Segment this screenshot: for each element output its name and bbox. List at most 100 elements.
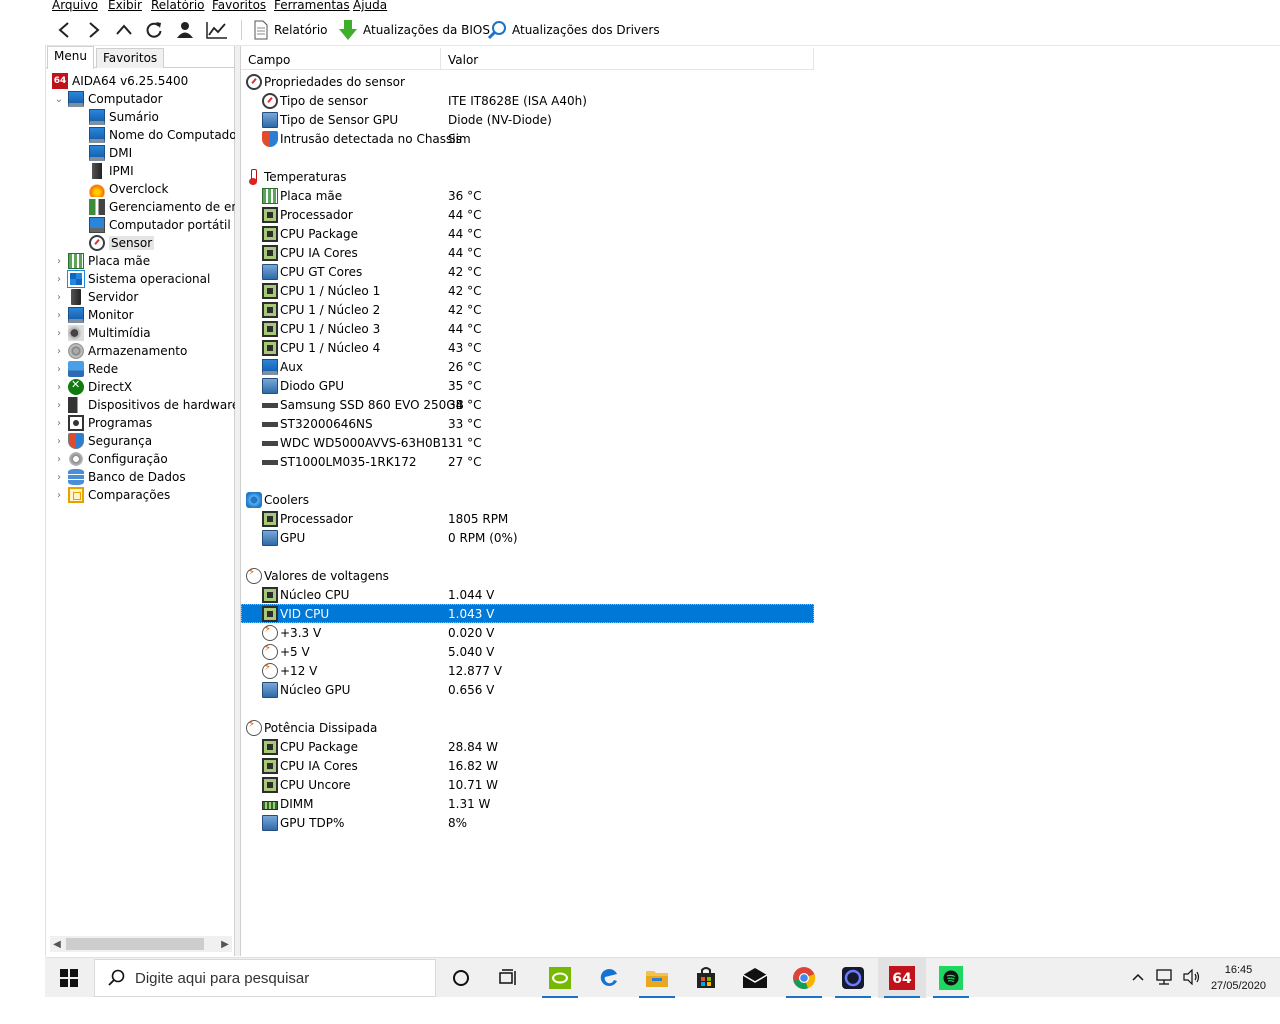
chart-button[interactable] bbox=[205, 18, 229, 42]
taskbar-clock[interactable]: 16:45 27/05/2020 bbox=[1211, 962, 1266, 994]
tab-favoritos[interactable]: Favoritos bbox=[96, 48, 165, 68]
menu-ferramentas[interactable]: Ferramentas bbox=[274, 0, 350, 12]
menu-arquivo[interactable]: Arquivo bbox=[52, 0, 98, 12]
network-status-button[interactable] bbox=[1155, 968, 1173, 988]
taskbar-app-store[interactable] bbox=[682, 958, 730, 998]
chevron-right-icon[interactable]: › bbox=[52, 290, 66, 304]
chevron-right-icon[interactable]: › bbox=[52, 434, 66, 448]
taskbar-app-aida64[interactable]: 64 bbox=[878, 958, 926, 998]
tree-node-comparacoes[interactable]: › Comparações bbox=[52, 486, 170, 504]
sensor-row[interactable]: Núcleo GPU 0.656 V bbox=[241, 680, 814, 699]
tree-node-placa-mae[interactable]: › Placa mãe bbox=[52, 252, 150, 270]
tree-node-programas[interactable]: › Programas bbox=[52, 414, 152, 432]
sensor-row[interactable]: CPU Package 44 °C bbox=[241, 224, 814, 243]
refresh-button[interactable] bbox=[143, 18, 165, 42]
sensor-row[interactable]: Tipo de Sensor GPU Diode (NV-Diode) bbox=[241, 110, 814, 129]
sensor-row[interactable]: WDC WD5000AVVS-63H0B1 31 °C bbox=[241, 433, 814, 452]
user-button[interactable] bbox=[173, 18, 197, 42]
sensor-row[interactable]: GPU 0 RPM (0%) bbox=[241, 528, 814, 547]
group-header[interactable]: Valores de voltagens bbox=[241, 566, 814, 585]
up-button[interactable] bbox=[113, 18, 135, 42]
chevron-right-icon[interactable]: › bbox=[52, 308, 66, 322]
bios-updates-button[interactable]: Atualizações da BIOS bbox=[338, 19, 490, 41]
scroll-left-icon[interactable]: ◀ bbox=[50, 936, 64, 952]
horizontal-scrollbar[interactable]: ◀ ▶ bbox=[50, 936, 232, 952]
tree-node-multimidia[interactable]: › Multimídia bbox=[52, 324, 151, 342]
chevron-right-icon[interactable]: › bbox=[52, 398, 66, 412]
chevron-right-icon[interactable]: › bbox=[52, 470, 66, 484]
sensor-row[interactable]: CPU 1 / Núcleo 1 42 °C bbox=[241, 281, 814, 300]
forward-button[interactable] bbox=[83, 18, 105, 42]
sensor-row[interactable]: ST1000LM035-1RK172 27 °C bbox=[241, 452, 814, 471]
sensor-row[interactable]: CPU GT Cores 42 °C bbox=[241, 262, 814, 281]
cortana-button[interactable] bbox=[437, 958, 485, 998]
tree-node-directx[interactable]: › DirectX bbox=[52, 378, 132, 396]
taskbar-app-chrome[interactable] bbox=[780, 958, 828, 998]
chevron-right-icon[interactable]: › bbox=[52, 344, 66, 358]
tree-item-ipmi[interactable]: IPMI bbox=[89, 162, 134, 180]
tree-item-sumario[interactable]: Sumário bbox=[89, 108, 159, 126]
sensor-row[interactable]: CPU Package 28.84 W bbox=[241, 737, 814, 756]
tree-item-dmi[interactable]: DMI bbox=[89, 144, 132, 162]
chevron-down-icon[interactable]: ⌄ bbox=[52, 92, 66, 106]
taskbar-app-ring[interactable] bbox=[829, 958, 877, 998]
sensor-row[interactable]: CPU Uncore 10.71 W bbox=[241, 775, 814, 794]
tree-node-configuracao[interactable]: › Configuração bbox=[52, 450, 168, 468]
sensor-row[interactable]: ST32000646NS 33 °C bbox=[241, 414, 814, 433]
tree-item-nome-computador[interactable]: Nome do Computador bbox=[89, 126, 235, 144]
group-header[interactable]: Temperaturas bbox=[241, 167, 814, 186]
tree-node-armazenamento[interactable]: › Armazenamento bbox=[52, 342, 187, 360]
sensor-row[interactable]: +12 V 12.877 V bbox=[241, 661, 814, 680]
scroll-thumb[interactable] bbox=[66, 938, 204, 950]
sensor-row[interactable]: Aux 26 °C bbox=[241, 357, 814, 376]
tree-node-banco-dados[interactable]: › Banco de Dados bbox=[52, 468, 186, 486]
tree-node-dispositivos[interactable]: › Dispositivos de hardware bbox=[52, 396, 235, 414]
sensor-row[interactable]: Diodo GPU 35 °C bbox=[241, 376, 814, 395]
group-header[interactable]: Propriedades do sensor bbox=[241, 72, 814, 91]
sensor-row[interactable]: +3.3 V 0.020 V bbox=[241, 623, 814, 642]
tree-root-aida64[interactable]: 64 AIDA64 v6.25.5400 bbox=[52, 72, 188, 90]
tree-node-seguranca[interactable]: › Segurança bbox=[52, 432, 152, 450]
sensor-row[interactable]: Placa mãe 36 °C bbox=[241, 186, 814, 205]
sensor-row[interactable]: Núcleo CPU 1.044 V bbox=[241, 585, 814, 604]
taskbar-search[interactable]: Digite aqui para pesquisar bbox=[94, 959, 436, 997]
start-button[interactable] bbox=[45, 958, 93, 998]
tree-node-computador[interactable]: ⌄ Computador bbox=[52, 90, 163, 108]
tree-item-laptop[interactable]: Computador portátil bbox=[89, 216, 231, 234]
taskbar-app-mail[interactable] bbox=[731, 958, 779, 998]
tray-expand-button[interactable] bbox=[1131, 971, 1145, 985]
chevron-right-icon[interactable]: › bbox=[52, 254, 66, 268]
chevron-right-icon[interactable]: › bbox=[52, 362, 66, 376]
sensor-row[interactable]: CPU 1 / Núcleo 3 44 °C bbox=[241, 319, 814, 338]
back-button[interactable] bbox=[53, 18, 75, 42]
sensor-row[interactable]: CPU 1 / Núcleo 4 43 °C bbox=[241, 338, 814, 357]
driver-updates-button[interactable]: Atualizações dos Drivers bbox=[487, 19, 660, 41]
menu-ajuda[interactable]: Ajuda bbox=[353, 0, 387, 12]
tab-menu[interactable]: Menu bbox=[47, 46, 94, 69]
sensor-row[interactable]: Tipo de sensor ITE IT8628E (ISA A40h) bbox=[241, 91, 814, 110]
volume-button[interactable] bbox=[1183, 968, 1201, 988]
tree-node-monitor[interactable]: › Monitor bbox=[52, 306, 134, 324]
sensor-row[interactable]: Intrusão detectada no Chassis Sim bbox=[241, 129, 814, 148]
group-header[interactable]: Coolers bbox=[241, 490, 814, 509]
sensor-row[interactable]: Processador 44 °C bbox=[241, 205, 814, 224]
task-view-button[interactable] bbox=[485, 958, 533, 998]
chevron-right-icon[interactable]: › bbox=[52, 452, 66, 466]
chevron-right-icon[interactable]: › bbox=[52, 488, 66, 502]
chevron-right-icon[interactable]: › bbox=[52, 416, 66, 430]
tree-item-sensor[interactable]: Sensor bbox=[89, 234, 155, 252]
sensor-row[interactable]: Samsung SSD 860 EVO 250GB 34 °C bbox=[241, 395, 814, 414]
tree-node-servidor[interactable]: › Servidor bbox=[52, 288, 138, 306]
chevron-right-icon[interactable]: › bbox=[52, 326, 66, 340]
taskbar-app-edge[interactable] bbox=[585, 958, 633, 998]
taskbar-app-spotify[interactable] bbox=[927, 958, 975, 998]
tree-node-sistema-operacional[interactable]: › Sistema operacional bbox=[52, 270, 210, 288]
tree-item-power-management[interactable]: Gerenciamento de ener bbox=[89, 198, 235, 216]
sensor-row[interactable]: CPU 1 / Núcleo 2 42 °C bbox=[241, 300, 814, 319]
sensor-row[interactable]: CPU IA Cores 16.82 W bbox=[241, 756, 814, 775]
report-button[interactable]: Relatório bbox=[253, 19, 328, 41]
sensor-row[interactable]: GPU TDP% 8% bbox=[241, 813, 814, 832]
sensor-row[interactable]: VID CPU 1.043 V bbox=[241, 604, 814, 623]
scroll-right-icon[interactable]: ▶ bbox=[218, 936, 232, 952]
chevron-right-icon[interactable]: › bbox=[52, 272, 66, 286]
